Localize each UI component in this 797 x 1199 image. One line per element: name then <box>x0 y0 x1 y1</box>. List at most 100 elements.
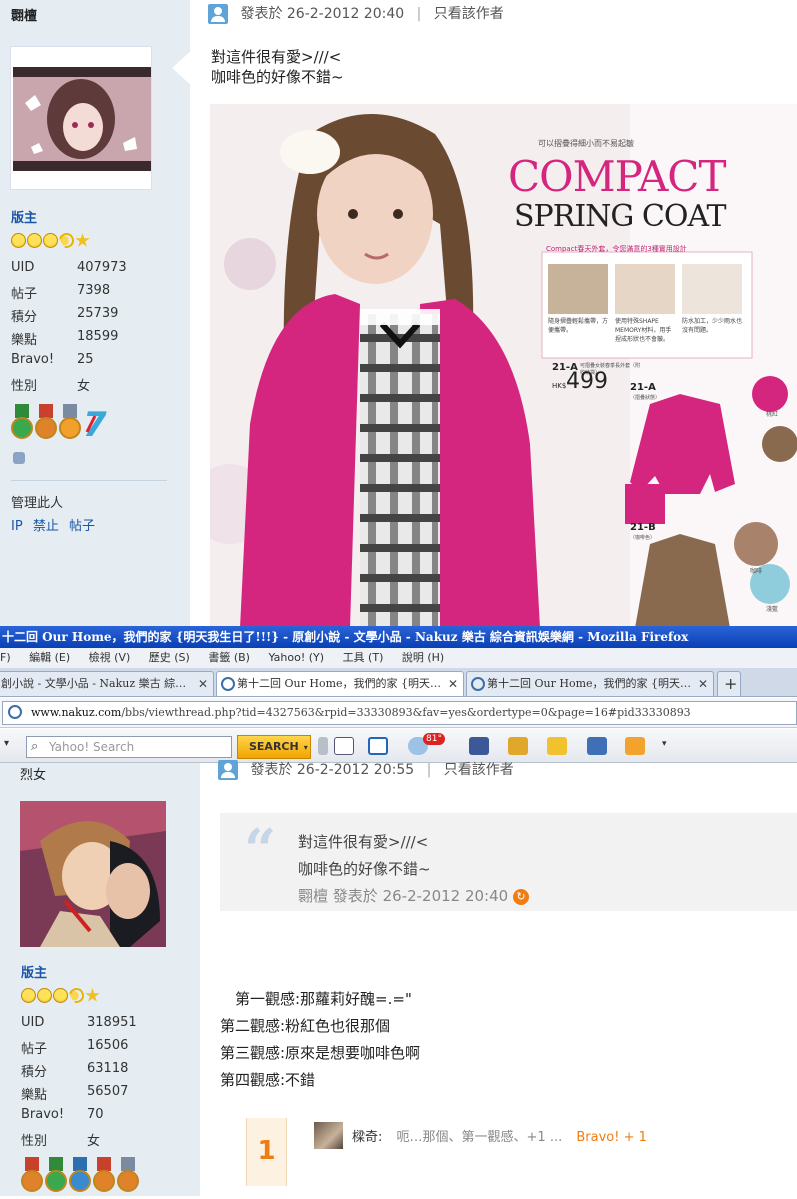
facebook-icon[interactable] <box>469 737 489 755</box>
url-input[interactable]: www.nakuz.com/bbs/viewthread.php?tid=432… <box>2 701 797 725</box>
news-icon[interactable] <box>334 737 354 755</box>
clip-icon[interactable] <box>625 737 645 755</box>
close-icon[interactable]: ✕ <box>698 672 708 696</box>
moon-icon <box>66 985 87 1006</box>
menu-file[interactable]: F) <box>0 651 11 664</box>
post1-username[interactable]: 翾檀 <box>11 5 37 24</box>
stat-row: 樂點 18599 <box>11 329 119 348</box>
chevron-down-icon[interactable]: ▾ <box>4 738 9 749</box>
post1-time: 發表於 26-2-2012 20:40 <box>240 6 405 22</box>
avatar-art <box>11 47 151 189</box>
goto-post-icon[interactable]: ↻ <box>512 889 529 905</box>
mag-item2-code: 21-A <box>630 382 656 393</box>
window-title: 十二回 Our Home，我們的家 {明天我生日了!!!} - 原創小說 - 文… <box>0 626 797 648</box>
mag-feature1: 隨身摺疊輕鬆攜帶，方便攜帶。 <box>548 318 609 334</box>
post1-image[interactable]: 可以摺疊得細小而不易起皺 COMPACT SPRING COAT Compact… <box>210 104 797 628</box>
yahoo-search-input[interactable]: ⌕ Yahoo! Search <box>26 736 232 758</box>
medal-icon <box>45 1157 67 1195</box>
quote-icon: “ <box>244 817 277 883</box>
quote-meta: 翾檀 發表於 26-2-2012 20:40 ↻ <box>298 883 529 910</box>
stat-row: 積分 25739 <box>11 306 119 325</box>
menu-help[interactable]: 說明 (H) <box>402 651 444 664</box>
mag-headline1: COMPACT <box>508 152 726 201</box>
body-line: 第三觀感:原來是想要咖啡色啊 <box>220 1044 421 1062</box>
tab-bar: 創小說 - 文學小品 - Nakuz 樂古 綜… ✕ 第十二回 Our Home，… <box>0 668 797 697</box>
mag-feature2: 使用特殊SHAPE MEMORY材料，用手捏成形狀也不會皺。 <box>615 318 672 343</box>
menu-view[interactable]: 檢視 (V) <box>89 651 131 664</box>
medal-icon: 7 <box>83 404 113 445</box>
mag-feature3: 防水加工，少少雨水也沒有問題。 <box>682 318 743 334</box>
body-line: 第二觀感:粉紅色也很那個 <box>220 1017 391 1035</box>
user-icon[interactable] <box>218 760 238 780</box>
author-only-link[interactable]: 只看該作者 <box>444 762 514 778</box>
stat-row: 帖子 16506 <box>21 1038 129 1057</box>
search-icon: ⌕ <box>31 739 39 754</box>
chevron-down-icon[interactable]: ▾ <box>662 739 667 749</box>
weather-badge: 81° <box>423 733 445 745</box>
post2-username[interactable]: 烈女 <box>20 764 46 783</box>
stat-row: 積分 63118 <box>21 1061 129 1080</box>
body-line: 第四觀感:不錯 <box>220 1071 316 1089</box>
tab-label: 第十二回 Our Home，我們的家 {明天… <box>487 677 692 690</box>
manage-ban-link[interactable]: 禁止 <box>33 519 59 534</box>
page-icon <box>471 677 485 691</box>
smile-icon <box>43 233 58 248</box>
post1-avatar[interactable] <box>10 46 152 190</box>
stat-row: Bravo! 25 <box>11 352 94 367</box>
author-only-link[interactable]: 只看該作者 <box>434 6 504 22</box>
pencil-icon[interactable] <box>318 737 328 755</box>
post1-medals: 7 <box>11 404 115 446</box>
menu-history[interactable]: 歷史 (S) <box>149 651 190 664</box>
body-line: 對這件很有愛>///< <box>211 48 342 66</box>
smile-icon <box>37 988 52 1003</box>
menu-edit[interactable]: 編輯 (E) <box>29 651 70 664</box>
tab-1[interactable]: 創小說 - 文學小品 - Nakuz 樂古 綜… ✕ <box>0 671 214 696</box>
medal-icon <box>21 1157 43 1195</box>
rater-name[interactable]: 樑奇: <box>352 1130 382 1145</box>
menu-tools[interactable]: 工具 (T) <box>343 651 384 664</box>
new-tab-button[interactable]: + <box>717 671 741 696</box>
close-icon[interactable]: ✕ <box>448 672 458 696</box>
manage-ip-link[interactable]: IP <box>11 519 23 534</box>
rater-avatar[interactable] <box>314 1122 343 1149</box>
body-line: 咖啡色的好像不錯~ <box>211 68 344 86</box>
manage-posts-link[interactable]: 帖子 <box>69 519 95 534</box>
widget-icon[interactable] <box>508 737 528 755</box>
svg-text:7: 7 <box>83 405 107 442</box>
ebay-icon[interactable] <box>547 737 567 755</box>
manage-title: 管理此人 <box>11 496 64 511</box>
smile-icon <box>27 233 42 248</box>
tab-2[interactable]: 第十二回 Our Home，我們的家 {明天… ✕ <box>216 671 464 696</box>
tab-3[interactable]: 第十二回 Our Home，我們的家 {明天… ✕ <box>466 671 714 696</box>
post2-medals <box>21 1157 141 1199</box>
user-icon[interactable] <box>208 4 228 24</box>
menu-bookmarks[interactable]: 書籤 (B) <box>208 651 250 664</box>
mag-swatch2: 咖啡 <box>750 568 763 575</box>
calendar-icon[interactable] <box>587 737 607 755</box>
mail-icon[interactable] <box>368 737 388 755</box>
smile-icon <box>21 988 36 1003</box>
post2-avatar[interactable] <box>20 801 166 947</box>
quote-block: “ 對這件很有愛>///< 咖啡色的好像不錯~ 翾檀 發表於 26-2-2012… <box>220 813 797 911</box>
medal-icon <box>69 1157 91 1195</box>
post2-stats: UID 318951 帖子 16506 積分 63118 樂點 56507 Bravo!… <box>21 1015 137 1153</box>
close-icon[interactable]: ✕ <box>198 672 208 696</box>
separator: | <box>416 6 422 22</box>
profile-icon[interactable] <box>13 452 25 464</box>
mag-headline2: SPRING COAT <box>514 199 727 234</box>
post2-rank-icons <box>21 985 101 1006</box>
stat-row: 性別女 <box>21 1134 101 1149</box>
stat-row: UID 407973 <box>11 260 127 275</box>
stat-row: 性別女 <box>11 379 91 394</box>
medal-icon <box>35 404 57 442</box>
quote-line: 對這件很有愛>///< <box>298 833 429 851</box>
star-icon <box>75 233 90 247</box>
mag-caption: 可以摺疊得細小而不易起皺 <box>538 139 634 148</box>
mag-item2-desc: （摺疊狀態） <box>630 395 661 401</box>
rating-count[interactable]: 1 <box>246 1118 287 1186</box>
url-path: /bbs/viewthread.php?tid=4327563&rpid=333… <box>121 706 691 719</box>
mag-swatch3: 淺藍 <box>766 606 779 613</box>
avatar-art <box>20 801 166 947</box>
search-button[interactable]: SEARCH ▾ <box>237 735 311 759</box>
menu-yahoo[interactable]: Yahoo! (Y) <box>268 651 324 664</box>
